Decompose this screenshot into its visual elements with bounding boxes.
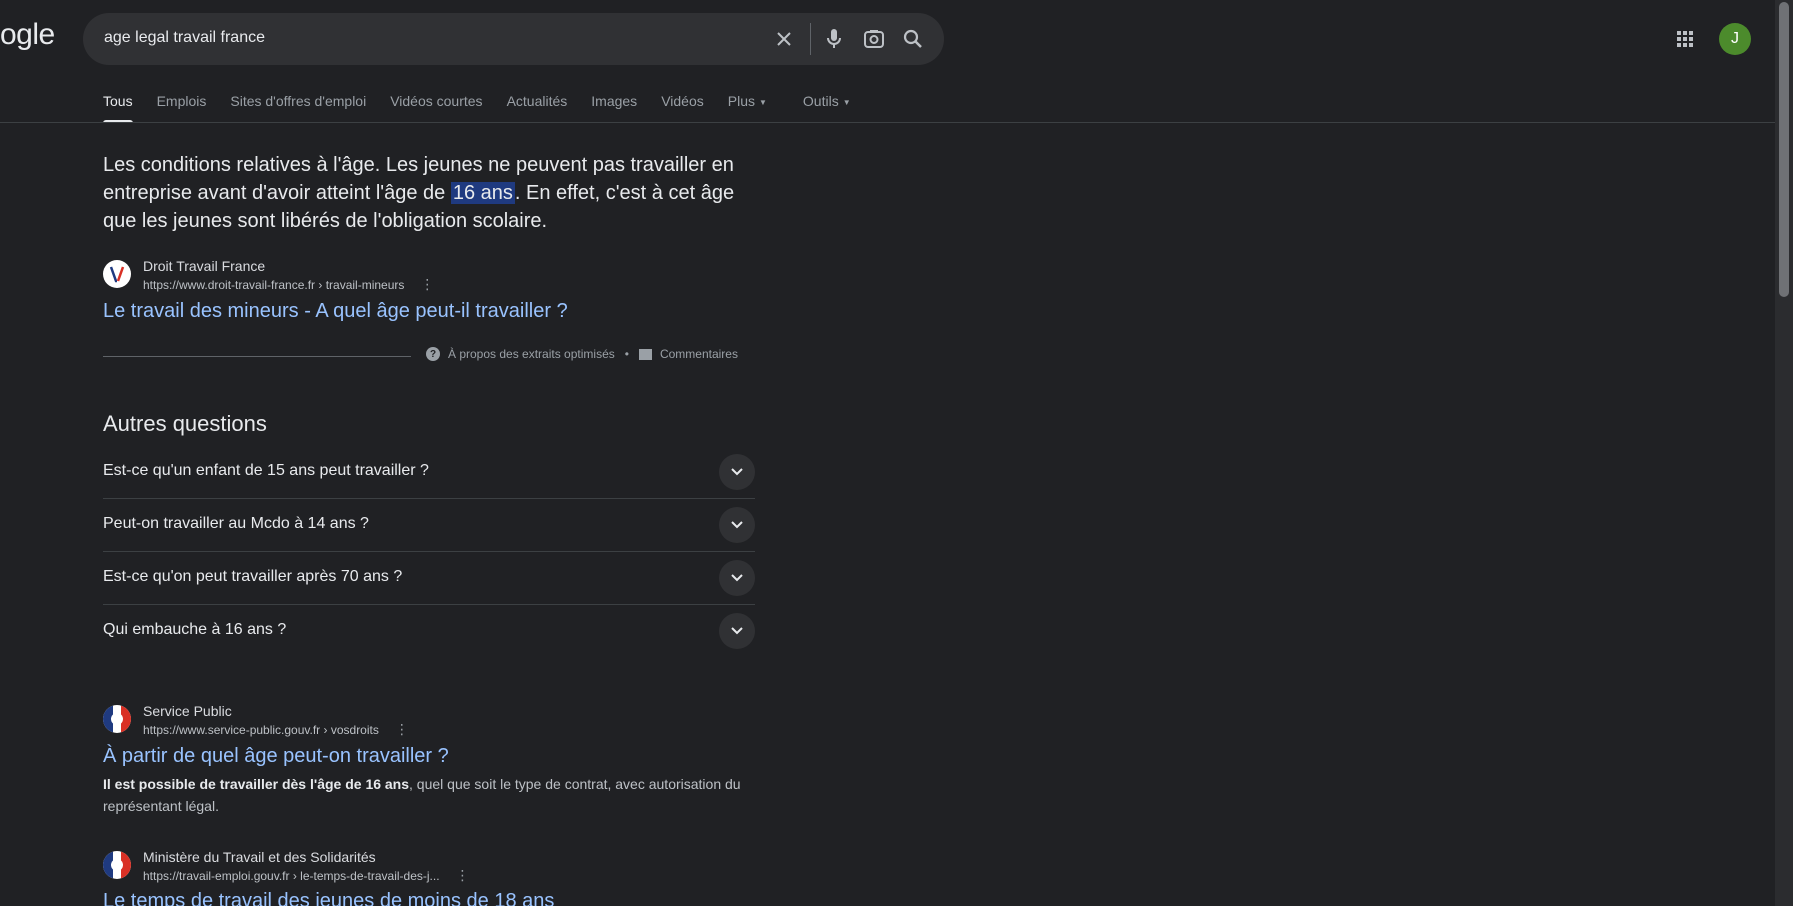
tab-plus[interactable]: Plus ▼ — [728, 93, 767, 123]
tab-videos-courtes[interactable]: Vidéos courtes — [390, 93, 482, 123]
help-icon: ? — [426, 347, 440, 361]
tab-emplois[interactable]: Emplois — [157, 93, 207, 123]
search-icon[interactable] — [901, 27, 925, 51]
chevron-down-icon[interactable] — [719, 507, 755, 543]
paa-question[interactable]: Est-ce qu'un enfant de 15 ans peut trava… — [103, 446, 755, 499]
snippet-highlight: 16 ans — [450, 182, 515, 204]
marianne-favicon — [103, 851, 131, 879]
paa-question-text: Peut-on travailler au Mcdo à 14 ans ? — [103, 515, 369, 532]
microphone-icon[interactable] — [822, 27, 846, 51]
source-url: https://travail-emploi.gouv.fr › le-temp… — [143, 869, 440, 883]
featured-snippet-text: Les conditions relatives à l'âge. Les je… — [103, 151, 763, 235]
result-source[interactable]: Ministère du Travail et des Solidarités … — [103, 848, 470, 885]
avatar[interactable]: J — [1719, 23, 1751, 55]
tab-actualites[interactable]: Actualités — [507, 93, 568, 123]
caret-down-icon: ▼ — [842, 97, 851, 107]
marianne-favicon — [103, 705, 131, 733]
page-scrollbar[interactable] — [1775, 0, 1793, 906]
scrollbar-thumb[interactable] — [1779, 2, 1789, 297]
droit-travail-favicon — [103, 260, 131, 288]
search-divider — [810, 23, 811, 55]
google-logo[interactable]: ogle — [0, 18, 55, 52]
tab-images[interactable]: Images — [591, 93, 637, 123]
paa-title: Autres questions — [103, 411, 267, 436]
tab-tous[interactable]: Tous — [103, 93, 133, 123]
snippet-source[interactable]: Droit Travail France https://www.droit-t… — [103, 257, 434, 294]
snippet-title-link[interactable]: Le travail des mineurs - A quel âge peut… — [103, 300, 568, 323]
clear-icon[interactable] — [772, 27, 796, 51]
about-snippets-link[interactable]: À propos des extraits optimisés — [448, 347, 615, 361]
tab-outils[interactable]: Outils ▼ — [803, 93, 851, 123]
tab-videos[interactable]: Vidéos — [661, 93, 704, 123]
paa-question-text: Est-ce qu'on peut travailler après 70 an… — [103, 568, 403, 585]
chevron-down-icon[interactable] — [719, 560, 755, 596]
source-url: https://www.droit-travail-france.fr › tr… — [143, 278, 405, 292]
header-divider — [0, 122, 1775, 123]
bullet-separator: • — [624, 347, 629, 361]
lens-icon[interactable] — [862, 27, 886, 51]
chevron-down-icon[interactable] — [719, 454, 755, 490]
caret-down-icon: ▼ — [758, 97, 767, 107]
tab-plus-label: Plus — [727, 93, 755, 109]
feedback-link[interactable]: Commentaires — [660, 347, 738, 361]
result-description: Il est possible de travailler dès l'âge … — [103, 773, 755, 817]
paa-question[interactable]: Est-ce qu'on peut travailler après 70 an… — [103, 552, 755, 605]
result-title-link[interactable]: Le temps de travail des jeunes de moins … — [103, 890, 554, 906]
source-url: https://www.service-public.gouv.fr › vos… — [143, 723, 379, 737]
search-box[interactable]: age legal travail france — [83, 13, 944, 65]
source-name: Droit Travail France — [143, 258, 266, 274]
snippet-footer: ? À propos des extraits optimisés • Comm… — [103, 347, 755, 367]
source-name: Service Public — [143, 703, 232, 719]
more-options-icon[interactable]: ⋮ — [456, 866, 470, 884]
footer-divider — [103, 356, 411, 357]
chevron-down-icon[interactable] — [719, 613, 755, 649]
apps-grid-icon[interactable] — [1673, 27, 1697, 51]
paa-question[interactable]: Peut-on travailler au Mcdo à 14 ans ? — [103, 499, 755, 552]
more-options-icon[interactable]: ⋮ — [395, 720, 409, 738]
tab-sites-offres[interactable]: Sites d'offres d'emploi — [230, 93, 366, 123]
tab-outils-label: Outils — [802, 93, 839, 109]
search-tabs: Tous Emplois Sites d'offres d'emploi Vid… — [103, 93, 875, 123]
paa-question-text: Qui embauche à 16 ans ? — [103, 621, 287, 638]
result-source[interactable]: Service Public https://www.service-publi… — [103, 702, 409, 739]
result-desc-bold: Il est possible de travailler dès l'âge … — [103, 776, 410, 792]
source-name: Ministère du Travail et des Solidarités — [143, 849, 376, 865]
feedback-icon — [638, 348, 652, 360]
result-title-link[interactable]: À partir de quel âge peut-on travailler … — [103, 745, 449, 768]
paa-question-text: Est-ce qu'un enfant de 15 ans peut trava… — [103, 462, 429, 479]
paa-question[interactable]: Qui embauche à 16 ans ? — [103, 605, 755, 658]
search-input[interactable]: age legal travail france — [104, 29, 265, 47]
more-options-icon[interactable]: ⋮ — [420, 275, 434, 293]
